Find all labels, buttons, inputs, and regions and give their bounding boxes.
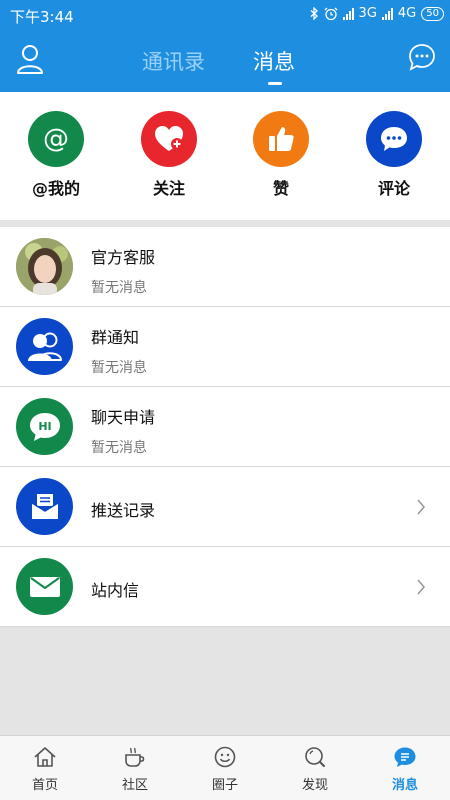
list-item-title: 官方客服 — [91, 248, 156, 267]
tab-messages[interactable]: 消息 — [253, 46, 295, 76]
nav-label: 首页 — [31, 778, 58, 793]
hi-bubble-icon: HI — [16, 398, 73, 455]
list-item-subtitle: 暂无消息 — [91, 440, 147, 456]
tab-contacts[interactable]: 通讯录 — [142, 46, 205, 76]
hi-bubble-text: HI — [38, 420, 51, 433]
user-icon[interactable] — [16, 44, 44, 78]
inbox-icon — [16, 478, 73, 535]
message-icon — [394, 747, 416, 767]
list-item-group-notice[interactable]: 群通知 暂无消息 — [0, 307, 450, 387]
nav-circles[interactable]: 圈子 — [180, 736, 270, 800]
quick-action-label: 关注 — [152, 179, 185, 198]
signal-icon-2 — [381, 7, 393, 20]
message-list: 官方客服 暂无消息 群通知 暂无消息 HI 聊天申请 暂无消息 推送记录 站内信 — [0, 227, 450, 627]
network-type-1: 3G — [358, 6, 377, 21]
thumbs-up-icon — [253, 111, 309, 167]
status-bar: 下午3:44 3G 4G 50 — [0, 0, 450, 30]
quick-action-likes[interactable]: 赞 — [236, 111, 326, 199]
status-icons: 3G 4G 50 — [310, 6, 444, 21]
status-time: 下午3:44 — [10, 8, 74, 26]
quick-action-label: 赞 — [272, 179, 289, 198]
nav-messages[interactable]: 消息 — [360, 736, 450, 800]
group-icon — [16, 318, 73, 375]
list-item-customer-service[interactable]: 官方客服 暂无消息 — [0, 227, 450, 307]
customer-service-avatar — [16, 238, 73, 295]
alarm-icon — [324, 7, 338, 20]
list-item-chat-request[interactable]: HI 聊天申请 暂无消息 — [0, 387, 450, 467]
signal-icon — [342, 7, 354, 20]
search-icon — [305, 747, 325, 767]
network-type-2: 4G — [397, 6, 417, 21]
quick-action-mentions[interactable]: @ @我的 — [11, 111, 101, 199]
chevron-right-icon — [417, 579, 426, 595]
comment-icon — [366, 111, 422, 167]
list-item-subtitle: 暂无消息 — [91, 360, 147, 376]
list-item-title: 群通知 — [91, 328, 140, 347]
home-icon — [34, 747, 56, 767]
chat-bubble-icon[interactable] — [408, 43, 436, 75]
battery-icon: 50 — [421, 6, 444, 21]
chevron-right-icon — [417, 499, 426, 515]
list-item-title: 站内信 — [91, 581, 140, 600]
quick-action-label: 评论 — [377, 179, 410, 198]
nav-label: 社区 — [121, 778, 148, 793]
list-item-site-mail[interactable]: 站内信 — [0, 547, 450, 627]
quick-action-label: @我的 — [31, 179, 80, 198]
nav-label: 消息 — [391, 778, 418, 793]
svg-text:@: @ — [43, 124, 69, 154]
nav-home[interactable]: 首页 — [0, 736, 90, 800]
nav-discover[interactable]: 发现 — [270, 736, 360, 800]
nav-community[interactable]: 社区 — [90, 736, 180, 800]
quick-action-follow[interactable]: 关注 — [124, 111, 214, 199]
bluetooth-icon — [310, 7, 318, 20]
heart-plus-icon — [141, 111, 197, 167]
nav-label: 发现 — [301, 778, 328, 793]
list-item-title: 推送记录 — [91, 501, 156, 520]
smile-circle-icon — [214, 746, 236, 768]
list-item-title: 聊天申请 — [91, 408, 156, 427]
active-tab-indicator — [268, 82, 282, 85]
quick-action-comments[interactable]: 评论 — [349, 111, 439, 199]
quick-actions: @ @我的 关注 赞 评论 — [0, 92, 450, 220]
list-item-push-history[interactable]: 推送记录 — [0, 467, 450, 547]
at-icon: @ — [28, 111, 84, 167]
nav-label: 圈子 — [211, 778, 238, 793]
mail-icon — [16, 558, 73, 615]
list-item-subtitle: 暂无消息 — [91, 280, 147, 296]
bottom-nav: 首页 社区 圈子 发现 消息 — [0, 735, 450, 800]
coffee-icon — [125, 747, 145, 767]
app-header: 通讯录 消息 — [0, 30, 450, 92]
